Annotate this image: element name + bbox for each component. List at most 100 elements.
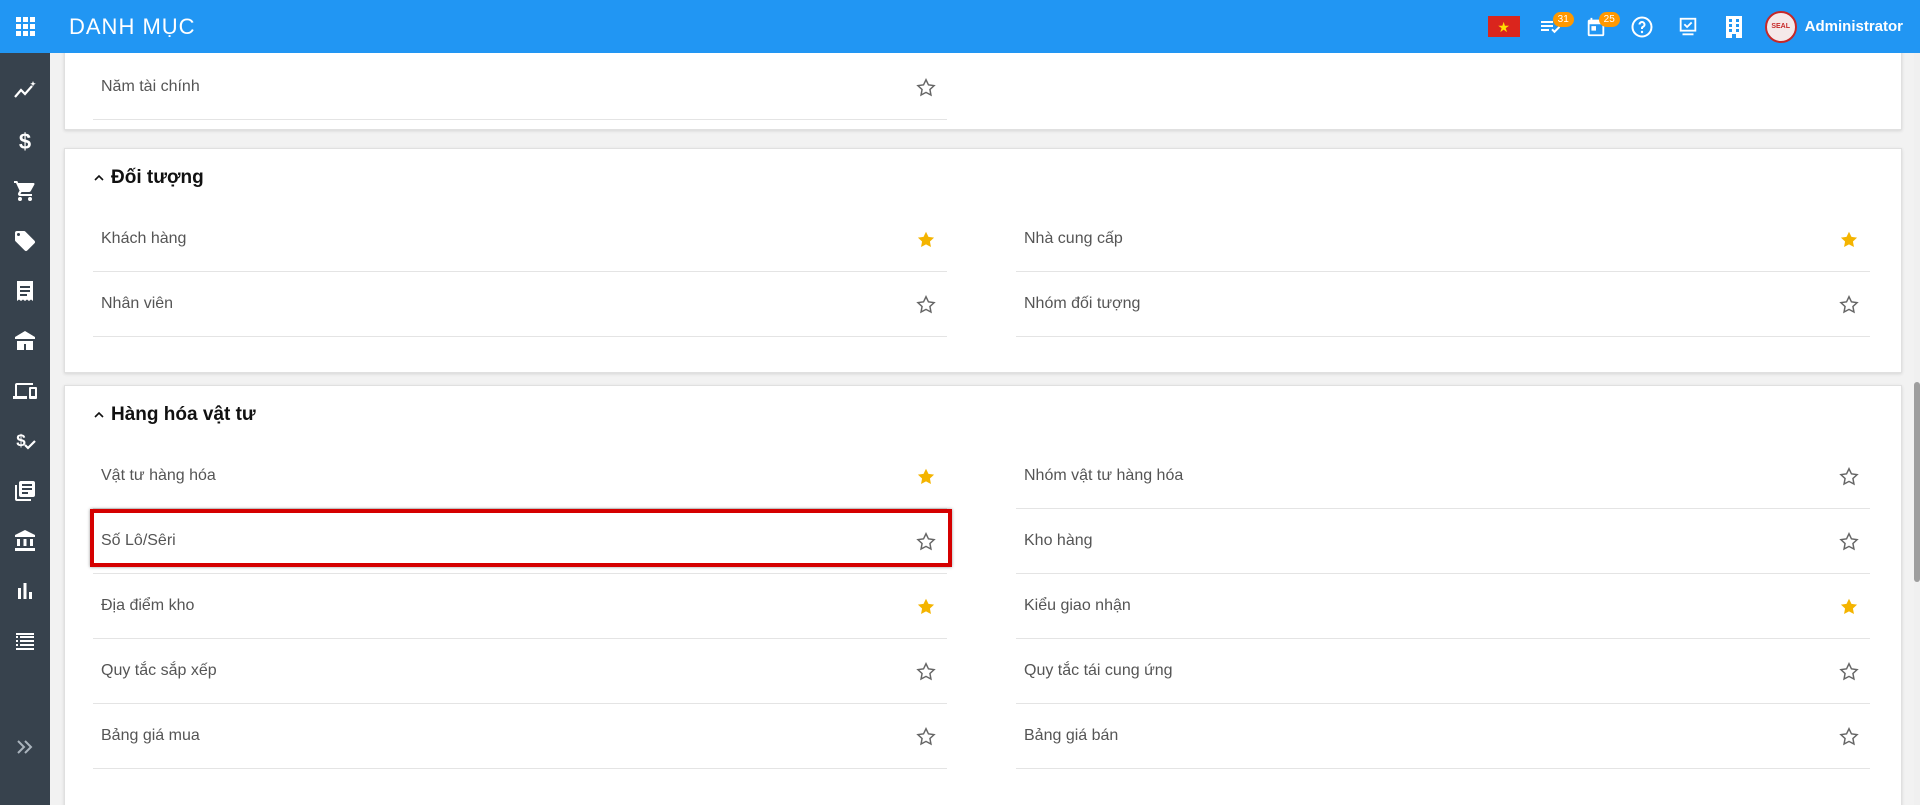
item-label: Năm tài chính — [101, 78, 200, 95]
star-outline-icon[interactable] — [915, 661, 937, 683]
list-item[interactable]: Kho hàng — [1016, 509, 1870, 574]
star-outline-icon[interactable] — [1838, 726, 1860, 748]
book-icon — [15, 481, 35, 501]
section-header-doi-tuong[interactable]: Đối tượng — [93, 167, 204, 189]
item-label: Nhóm đối tượng — [1024, 295, 1141, 312]
tag-icon — [15, 231, 35, 251]
star-outline-icon[interactable] — [915, 726, 937, 748]
star-filled-icon[interactable] — [915, 466, 937, 488]
section-card-hang-hoa: Hàng hóa vật tư Vật tư hàng hóa Nhóm vật… — [64, 385, 1902, 805]
list-item[interactable]: Nhóm đối tượng — [1016, 272, 1870, 337]
section-card-general: Năm tài chính — [64, 53, 1902, 130]
sidebar-item-purchase[interactable] — [0, 171, 50, 211]
sidebar-item-assets[interactable] — [0, 371, 50, 411]
apps-grid-icon — [15, 17, 35, 36]
sidebar-item-invoice[interactable] — [0, 271, 50, 311]
bar-chart-icon — [18, 583, 32, 599]
sidebar-item-sales[interactable] — [0, 221, 50, 261]
scrollbar-thumb[interactable] — [1914, 382, 1920, 582]
dollar-icon: $ — [19, 129, 31, 153]
list-item[interactable]: Địa điểm kho — [93, 574, 947, 639]
main-content: Năm tài chính Đối tượng Khách hàng Nhà c… — [50, 53, 1920, 805]
item-label: Nhóm vật tư hàng hóa — [1024, 467, 1184, 484]
avatar: SEAL — [1764, 10, 1797, 43]
help-icon — [1631, 16, 1653, 37]
list-item[interactable]: Bảng giá bán — [1016, 704, 1870, 769]
list-item[interactable]: Năm tài chính — [93, 55, 947, 120]
list-item[interactable]: Bảng giá mua — [93, 704, 947, 769]
page-scrollbar[interactable] — [1914, 53, 1920, 805]
item-label: Vật tư hàng hóa — [101, 467, 216, 484]
section-card-doi-tuong: Đối tượng Khách hàng Nhà cung cấp Nhân v… — [64, 148, 1902, 373]
svg-text:$: $ — [19, 129, 31, 153]
calendar-badge: 25 — [1598, 12, 1620, 27]
item-label: Địa điểm kho — [101, 597, 195, 614]
sidebar-item-ledger[interactable] — [0, 471, 50, 511]
calendar-button[interactable]: 25 — [1573, 0, 1620, 53]
list-item[interactable]: Vật tư hàng hóa — [93, 444, 947, 509]
analytics-icon — [14, 81, 36, 98]
item-label: Khách hàng — [101, 230, 187, 247]
star-outline-icon[interactable] — [1838, 466, 1860, 488]
chevron-up-icon — [94, 174, 104, 181]
bank-icon — [15, 530, 35, 551]
list-item[interactable]: Nhân viên — [93, 272, 947, 337]
list-item[interactable]: Quy tắc sắp xếp — [93, 639, 947, 704]
sidebar-item-warehouse[interactable] — [0, 321, 50, 361]
item-label: Nhà cung cấp — [1024, 230, 1123, 247]
star-filled-icon[interactable] — [1838, 229, 1860, 251]
company-button[interactable] — [1711, 0, 1757, 53]
section-header-hang-hoa[interactable]: Hàng hóa vật tư — [93, 404, 256, 426]
item-label: Bảng giá bán — [1024, 727, 1119, 744]
item-label: Bảng giá mua — [101, 727, 200, 744]
tasks-button[interactable]: 31 — [1527, 0, 1574, 53]
list-item[interactable]: Nhóm vật tư hàng hóa — [1016, 444, 1870, 509]
sidebar-item-bank[interactable] — [0, 521, 50, 561]
payment-check-icon: $ — [16, 431, 36, 450]
item-label: Quy tắc tái cung ứng — [1024, 662, 1173, 679]
svg-text:$: $ — [16, 431, 26, 450]
sidebar-item-finance[interactable]: $ — [0, 121, 50, 161]
list-item[interactable]: Kiểu giao nhận — [1016, 574, 1870, 639]
user-menu[interactable]: SEAL Administrator — [1764, 10, 1903, 43]
approval-button[interactable] — [1665, 0, 1711, 53]
sidebar-item-dashboard[interactable] — [0, 71, 50, 111]
cart-icon — [14, 181, 35, 201]
user-name: Administrator — [1804, 18, 1903, 35]
sidebar: $ $ — [0, 53, 50, 805]
inventory-icon — [15, 331, 35, 350]
highlight-box — [90, 509, 952, 567]
star-filled-icon[interactable] — [915, 229, 937, 251]
list-item[interactable]: Quy tắc tái cung ứng — [1016, 639, 1870, 704]
item-label: Kho hàng — [1024, 532, 1093, 549]
receipt-icon — [17, 281, 33, 301]
list-item[interactable]: Khách hàng — [93, 207, 947, 272]
apps-menu-button[interactable] — [0, 0, 50, 53]
star-outline-icon[interactable] — [1838, 531, 1860, 553]
list-item[interactable]: Nhà cung cấp — [1016, 207, 1870, 272]
sidebar-item-catalog[interactable] — [0, 621, 50, 661]
star-outline-icon[interactable] — [1838, 661, 1860, 683]
sidebar-item-payment[interactable]: $ — [0, 421, 50, 461]
star-outline-icon[interactable] — [915, 77, 937, 99]
item-label: Nhân viên — [101, 295, 174, 312]
building-icon — [1725, 15, 1742, 38]
list-icon — [16, 633, 34, 650]
expand-icon — [17, 740, 33, 754]
star-outline-icon[interactable] — [915, 294, 937, 316]
tasks-badge: 31 — [1552, 12, 1574, 27]
help-button[interactable] — [1619, 0, 1665, 53]
item-label: Quy tắc sắp xếp — [101, 662, 217, 679]
chevron-up-icon — [94, 411, 104, 418]
language-flag-button[interactable]: ★ — [1481, 0, 1527, 53]
sidebar-expand-button[interactable] — [0, 727, 50, 767]
star-filled-icon[interactable] — [915, 596, 937, 618]
approval-icon — [1679, 17, 1696, 35]
star-outline-icon[interactable] — [1838, 294, 1860, 316]
section-title: Đối tượng — [111, 167, 204, 188]
devices-icon — [13, 383, 37, 399]
sidebar-item-reports[interactable] — [0, 571, 50, 611]
star-filled-icon[interactable] — [1838, 596, 1860, 618]
page-title: DANH MỤC — [69, 13, 196, 39]
top-bar: DANH MỤC ★ 31 25 SEAL Administrator — [0, 0, 1920, 53]
